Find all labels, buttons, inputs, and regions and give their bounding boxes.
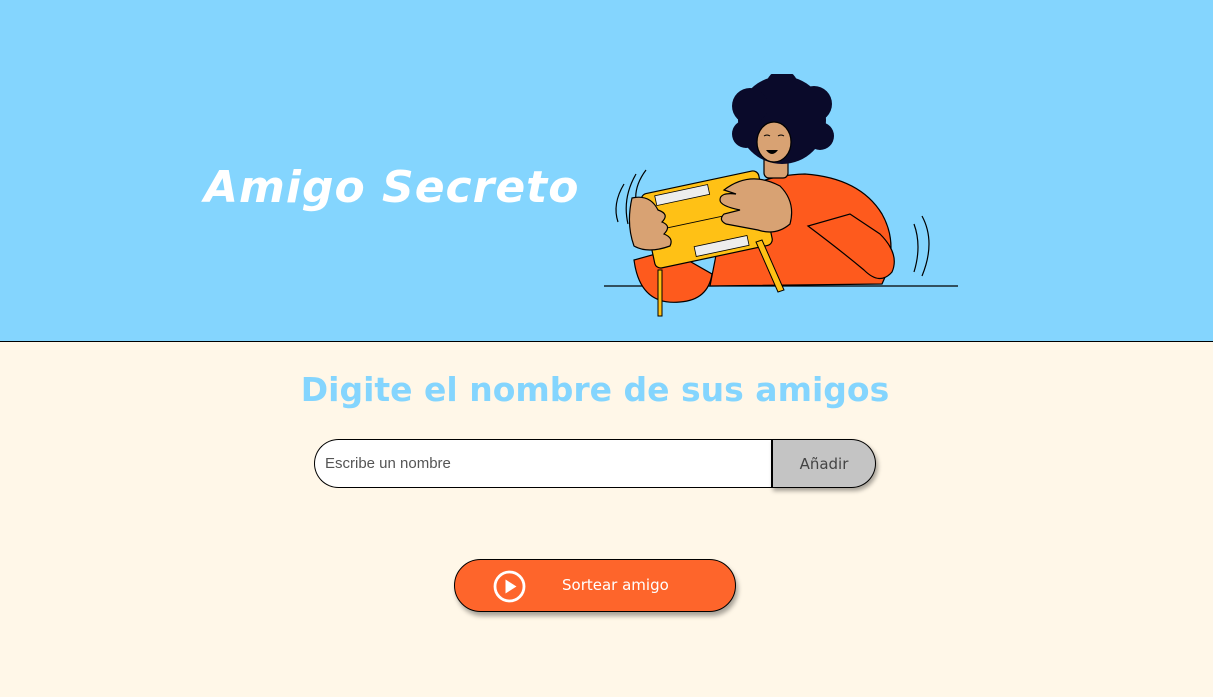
draw-friend-button[interactable]: Sortear amigo <box>454 559 736 612</box>
page-title: Amigo Secreto <box>204 162 580 213</box>
name-input[interactable] <box>314 439 773 488</box>
add-friend-form: Añadir <box>314 439 876 488</box>
person-holding-gift-illustration <box>604 74 958 317</box>
draw-button-label: Sortear amigo <box>562 576 669 594</box>
play-circle-icon <box>493 570 526 603</box>
section-heading: Digite el nombre de sus amigos <box>300 370 890 409</box>
add-button[interactable]: Añadir <box>771 439 876 488</box>
header-banner: Amigo Secreto <box>0 0 1213 342</box>
